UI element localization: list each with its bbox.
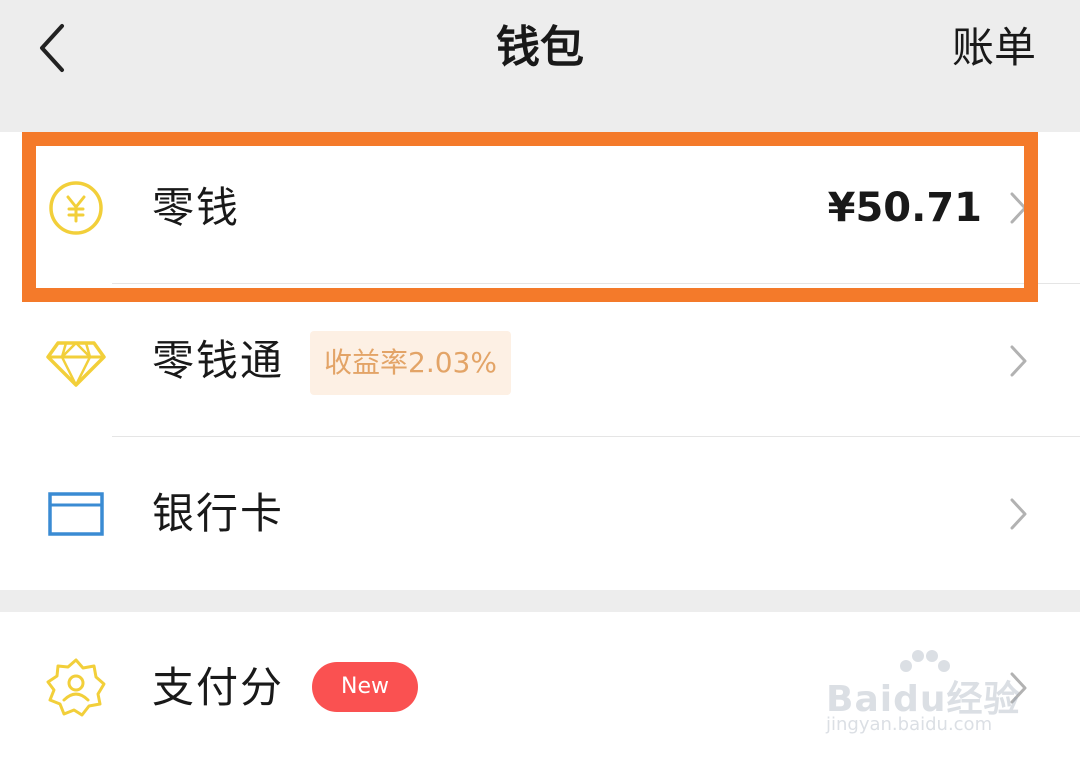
wallet-group: 零钱 ¥50.71 零钱通 收益率2.03% 银行卡	[0, 132, 1080, 590]
page-title: 钱包	[496, 22, 584, 73]
list-item-change[interactable]: 零钱 ¥50.71	[0, 132, 1080, 284]
row-divider	[112, 283, 1080, 284]
chevron-right-icon	[1010, 498, 1027, 530]
list-item-licaitong[interactable]: 零钱通 收益率2.03%	[0, 285, 1080, 437]
chevron-right-icon	[1010, 672, 1027, 704]
licaitong-label: 零钱通	[152, 336, 285, 385]
pay-score-label: 支付分	[152, 663, 285, 712]
row-divider	[112, 436, 1080, 437]
change-balance: ¥50.71	[827, 185, 982, 231]
list-item-pay-score[interactable]: 支付分 New	[0, 612, 1080, 764]
chevron-right-icon	[1010, 345, 1027, 377]
bank-card-label: 银行卡	[152, 489, 285, 538]
new-badge: New	[312, 662, 418, 712]
bank-card-icon	[48, 492, 104, 536]
services-group: 支付分 New	[0, 612, 1080, 764]
chevron-right-icon	[1010, 192, 1027, 224]
diamond-icon	[46, 341, 106, 387]
yuan-coin-icon	[49, 181, 103, 235]
pay-score-icon	[46, 658, 106, 717]
yield-rate-badge: 收益率2.03%	[310, 331, 511, 395]
top-nav-bar: 钱包 账单	[0, 0, 1080, 132]
change-label: 零钱	[152, 183, 241, 232]
list-item-bank-card[interactable]: 银行卡	[0, 438, 1080, 590]
bill-button[interactable]: 账单	[952, 20, 1036, 76]
